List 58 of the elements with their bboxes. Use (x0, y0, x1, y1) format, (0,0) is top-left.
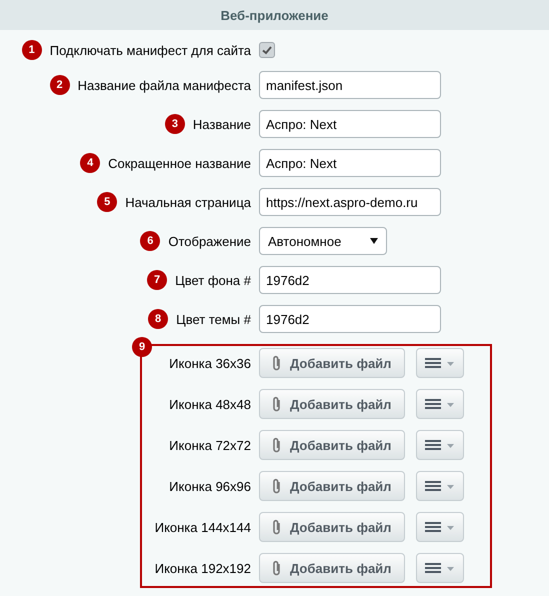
number-badge: 7 (147, 270, 168, 290)
add-file-button[interactable]: Добавить файл (259, 471, 405, 501)
number-badge: 9 (132, 337, 152, 357)
field-label: Начальная страница (125, 194, 251, 210)
number-badge: 8 (148, 309, 168, 329)
icon-size-label: Иконка 48x48 (168, 396, 251, 412)
text-field[interactable]: Аспро: Next (259, 110, 441, 138)
menu-button[interactable] (416, 512, 464, 542)
text-field[interactable]: 1976d2 (259, 266, 441, 294)
number-badge: 4 (80, 153, 100, 173)
menu-caret-icon (424, 357, 456, 369)
menu-button[interactable] (416, 348, 464, 378)
menu-caret-icon (424, 398, 456, 410)
field-label: Цвет темы # (176, 312, 251, 326)
paperclip-icon (272, 396, 282, 412)
paperclip-icon (272, 478, 282, 494)
menu-caret-icon (424, 439, 456, 451)
add-file-button[interactable]: Добавить файл (259, 430, 405, 460)
paperclip-icon (272, 437, 282, 453)
field-label: Сокращенное название (108, 156, 251, 170)
dropdown-arrow-icon (370, 238, 378, 244)
menu-button[interactable] (416, 553, 464, 583)
checkbox[interactable] (259, 42, 275, 58)
paperclip-icon (272, 355, 282, 371)
field-label: Отображение (168, 234, 251, 248)
menu-button[interactable] (416, 389, 464, 419)
add-file-button[interactable]: Добавить файл (259, 389, 405, 419)
field-label: Подключать манифест для сайта (50, 42, 251, 58)
paperclip-icon (272, 560, 282, 576)
menu-button[interactable] (416, 471, 464, 501)
text-field[interactable]: manifest.json (259, 71, 441, 99)
icon-size-label: Иконка 96x96 (168, 478, 251, 494)
text-field[interactable]: 1976d2 (259, 305, 441, 333)
field-label: Название файла манифеста (78, 78, 251, 92)
number-badge: 2 (50, 75, 70, 95)
menu-caret-icon (424, 521, 456, 533)
field-label: Название (192, 116, 251, 132)
number-badge: 3 (164, 114, 185, 134)
text-field[interactable]: Аспро: Next (259, 149, 441, 177)
icon-size-label: Иконка 192x192 (154, 560, 251, 576)
dropdown[interactable]: Автономное (259, 227, 387, 255)
menu-button[interactable] (416, 430, 464, 460)
icon-size-label: Иконка 144x144 (154, 520, 251, 534)
section-title: Веб-приложение (220, 8, 328, 22)
menu-caret-icon (424, 562, 456, 574)
number-badge: 5 (97, 192, 118, 212)
icon-size-label: Иконка 36x36 (168, 356, 251, 370)
number-badge: 6 (140, 231, 160, 251)
check-icon (261, 44, 273, 56)
add-file-button[interactable]: Добавить файл (259, 512, 405, 542)
paperclip-icon (272, 519, 282, 535)
number-badge: 1 (22, 40, 42, 60)
add-file-button[interactable]: Добавить файл (259, 348, 405, 378)
menu-caret-icon (424, 480, 456, 492)
add-file-button[interactable]: Добавить файл (259, 553, 405, 583)
text-field[interactable]: https://next.aspro-demo.ru (259, 188, 441, 216)
field-label: Цвет фона # (175, 272, 251, 288)
icon-size-label: Иконка 72x72 (168, 438, 251, 452)
